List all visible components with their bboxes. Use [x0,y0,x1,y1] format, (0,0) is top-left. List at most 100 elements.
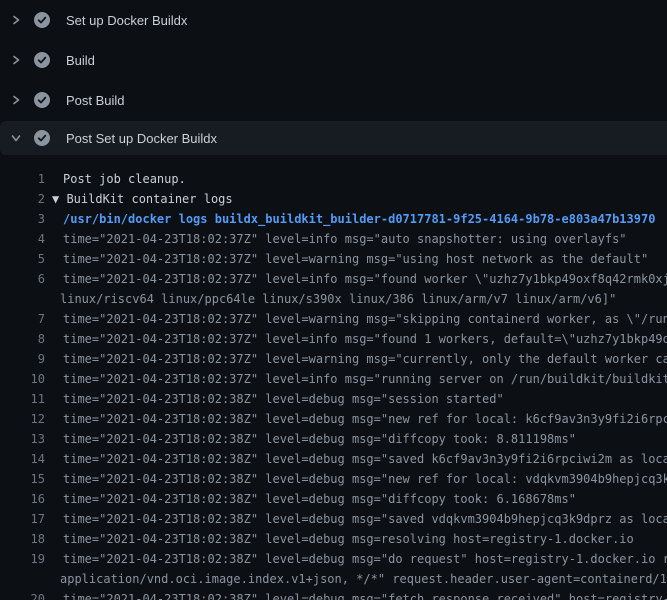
log-line: 19 time="2021-04-23T18:02:38Z" level=debu… [0,549,667,589]
log-text: time="2021-04-23T18:02:37Z" level=info m… [52,329,667,349]
chevron-right-icon[interactable] [9,54,22,67]
log-group-header[interactable]: ▼ BuildKit container logs [52,189,233,209]
log-line: 3/usr/bin/docker logs buildx_buildkit_bu… [0,209,667,229]
log-text: time="2021-04-23T18:02:38Z" level=debug … [52,389,504,409]
line-number[interactable]: 15 [0,469,45,489]
log-text: time="2021-04-23T18:02:38Z" level=debug … [52,549,667,569]
log-text: time="2021-04-23T18:02:37Z" level=warnin… [52,349,667,369]
chevron-down-icon[interactable] [9,132,22,145]
line-number[interactable]: 6 [0,269,45,309]
log-line-content: time="2021-04-23T18:02:37Z" level=info m… [52,369,667,389]
log-text: time="2021-04-23T18:02:37Z" level=info m… [52,269,667,289]
chevron-right-icon[interactable] [9,94,22,107]
log-line: 2 ▼ BuildKit container logs [0,189,667,209]
log-line: 6 time="2021-04-23T18:02:37Z" level=info … [0,269,667,309]
log-text: time="2021-04-23T18:02:37Z" level=warnin… [52,309,667,329]
check-circle-icon [34,92,50,108]
log-line-content: time="2021-04-23T18:02:38Z" level=debug … [52,389,504,409]
log-line: 9 time="2021-04-23T18:02:37Z" level=warni… [0,349,667,369]
line-number[interactable]: 9 [0,349,45,369]
log-line: 16 time="2021-04-23T18:02:38Z" level=debu… [0,489,667,509]
log-text: time="2021-04-23T18:02:38Z" level=debug … [52,509,667,529]
line-number[interactable]: 3 [0,209,45,229]
log-text-continuation: application/vnd.oci.image.index.v1+json,… [52,569,667,589]
line-number[interactable]: 17 [0,509,45,529]
log-line-content: time="2021-04-23T18:02:38Z" level=debug … [52,469,667,489]
step-row-set-up-docker-buildx[interactable]: Set up Docker Buildx [0,0,667,40]
line-number[interactable]: 8 [0,329,45,349]
line-number[interactable]: 19 [0,549,45,589]
log-line: 5 time="2021-04-23T18:02:37Z" level=warni… [0,249,667,269]
line-number[interactable]: 16 [0,489,45,509]
log-line-content: time="2021-04-23T18:02:38Z" level=debug … [52,429,576,449]
log-line: 20 time="2021-04-23T18:02:38Z" level=debu… [0,589,667,600]
log-line-content: time="2021-04-23T18:02:37Z" level=info m… [52,269,667,309]
line-number[interactable]: 7 [0,309,45,329]
log-line: 4 time="2021-04-23T18:02:37Z" level=info … [0,229,667,249]
line-number[interactable]: 20 [0,589,45,600]
step-title: Post Build [66,93,125,108]
step-row-post-build[interactable]: Post Build [0,80,667,120]
line-number[interactable]: 18 [0,529,45,549]
step-row-post-set-up-docker-buildx[interactable]: Post Set up Docker Buildx [0,121,667,155]
line-number[interactable]: 5 [0,249,45,269]
log-line: 13 time="2021-04-23T18:02:38Z" level=debu… [0,429,667,449]
step-row-build[interactable]: Build [0,40,667,80]
log-line: 7 time="2021-04-23T18:02:37Z" level=warni… [0,309,667,329]
log-text: time="2021-04-23T18:02:38Z" level=debug … [52,429,576,449]
log-text-continuation: linux/riscv64 linux/ppc64le linux/s390x … [52,289,667,309]
log-text: time="2021-04-23T18:02:37Z" level=info m… [52,229,627,249]
step-title: Build [66,53,95,68]
log-text: time="2021-04-23T18:02:38Z" level=debug … [52,409,667,429]
line-number[interactable]: 2 [0,189,45,209]
log-text: time="2021-04-23T18:02:37Z" level=warnin… [52,249,648,269]
chevron-right-icon[interactable] [9,14,22,27]
log-line-content: time="2021-04-23T18:02:38Z" level=debug … [52,489,576,509]
log-text: time="2021-04-23T18:02:38Z" level=debug … [52,529,634,549]
check-circle-icon [34,12,50,28]
log-line: 17 time="2021-04-23T18:02:38Z" level=debu… [0,509,667,529]
line-number[interactable]: 4 [0,229,45,249]
log-line: 10 time="2021-04-23T18:02:37Z" level=info… [0,369,667,389]
log-line-content: time="2021-04-23T18:02:38Z" level=debug … [52,509,667,529]
group-collapse-triangle-icon[interactable]: ▼ [52,192,59,206]
log-line-content: time="2021-04-23T18:02:38Z" level=debug … [52,529,634,549]
log-text: time="2021-04-23T18:02:38Z" level=debug … [52,449,667,469]
log-line-content: time="2021-04-23T18:02:38Z" level=debug … [52,549,667,589]
log-text: time="2021-04-23T18:02:38Z" level=debug … [52,589,667,600]
log-line-content: time="2021-04-23T18:02:37Z" level=info m… [52,229,627,249]
check-circle-icon [34,52,50,68]
log-line: 14 time="2021-04-23T18:02:38Z" level=debu… [0,449,667,469]
check-circle-icon [34,130,50,146]
log-line: 11 time="2021-04-23T18:02:38Z" level=debu… [0,389,667,409]
log-command-text: /usr/bin/docker logs buildx_buildkit_bui… [52,209,655,229]
log-line-content: Post job cleanup. [52,169,186,189]
log-line-content: time="2021-04-23T18:02:37Z" level=warnin… [52,249,648,269]
log-text: time="2021-04-23T18:02:38Z" level=debug … [52,489,576,509]
log-line-content: /usr/bin/docker logs buildx_buildkit_bui… [52,209,655,229]
line-number[interactable]: 14 [0,449,45,469]
log-line: 8 time="2021-04-23T18:02:37Z" level=info … [0,329,667,349]
step-title: Set up Docker Buildx [66,13,187,28]
log-text: Post job cleanup. [52,169,186,189]
line-number[interactable]: 10 [0,369,45,389]
line-number[interactable]: 13 [0,429,45,449]
log-line-content: time="2021-04-23T18:02:38Z" level=debug … [52,589,667,600]
log-line: 12 time="2021-04-23T18:02:38Z" level=debu… [0,409,667,429]
log-line-content: time="2021-04-23T18:02:37Z" level=info m… [52,329,667,349]
log-line-content: time="2021-04-23T18:02:37Z" level=warnin… [52,349,667,369]
log-area[interactable]: 1 Post job cleanup. 2 ▼ BuildKit container … [0,160,667,600]
step-title: Post Set up Docker Buildx [66,131,217,146]
log-line: 18 time="2021-04-23T18:02:38Z" level=debu… [0,529,667,549]
line-number[interactable]: 11 [0,389,45,409]
log-line-content: time="2021-04-23T18:02:38Z" level=debug … [52,409,667,429]
line-number[interactable]: 1 [0,169,45,189]
log-line-content: time="2021-04-23T18:02:37Z" level=warnin… [52,309,667,329]
log-line-content: ▼ BuildKit container logs [52,189,233,209]
log-line: 1 Post job cleanup. [0,169,667,189]
line-number[interactable]: 12 [0,409,45,429]
steps-list: Set up Docker Buildx Build Post Build Post … [0,0,667,155]
log-text: time="2021-04-23T18:02:37Z" level=info m… [52,369,667,389]
log-line: 15 time="2021-04-23T18:02:38Z" level=debu… [0,469,667,489]
log-line-content: time="2021-04-23T18:02:38Z" level=debug … [52,449,667,469]
